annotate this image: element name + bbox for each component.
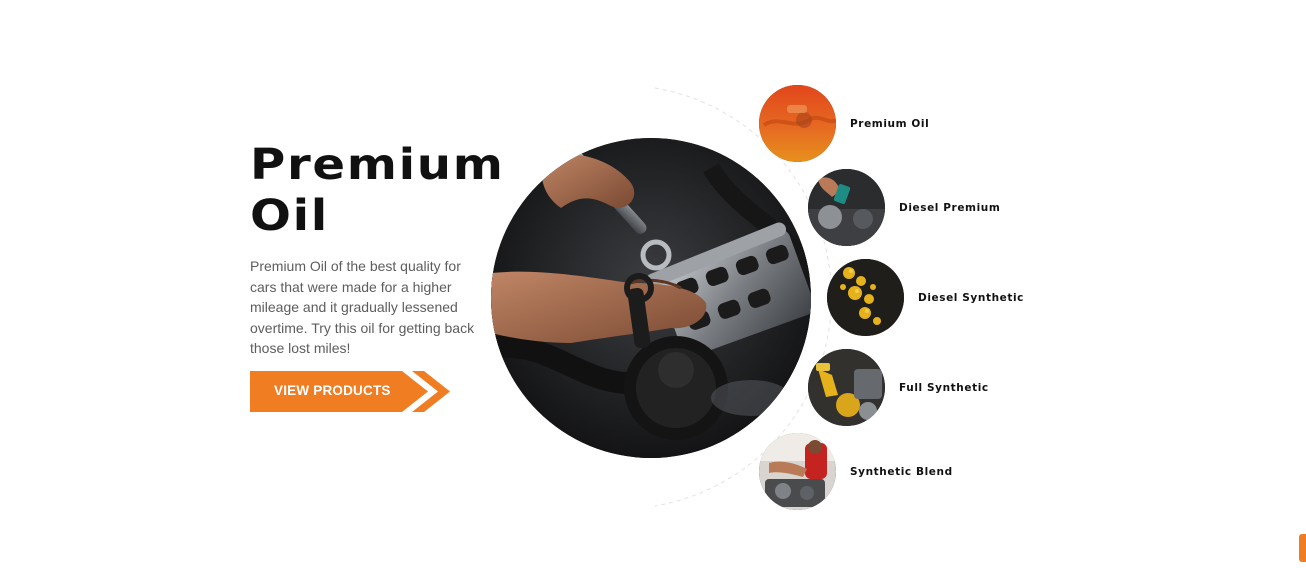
view-products-label: VIEW PRODUCTS	[274, 383, 391, 398]
product-item-synthetic-blend[interactable]: Synthetic Blend	[759, 433, 953, 510]
product-item-full-synthetic[interactable]: Full Synthetic	[808, 349, 989, 426]
premium-oil-image	[759, 85, 836, 162]
full-synthetic-image	[808, 349, 885, 426]
product-label: Diesel Synthetic	[918, 291, 1025, 304]
product-item-diesel-premium[interactable]: Diesel Premium	[808, 169, 1000, 246]
engine-repair-photo	[491, 138, 811, 458]
title-line-2: Oil	[250, 191, 330, 241]
product-label: Diesel Premium	[899, 201, 1001, 214]
product-label: Premium Oil	[850, 117, 930, 130]
view-products-button[interactable]: VIEW PRODUCTS	[250, 371, 450, 412]
diesel-premium-image	[808, 169, 885, 246]
diesel-synthetic-image	[827, 259, 904, 336]
product-item-premium-oil[interactable]: Premium Oil	[759, 85, 929, 162]
product-item-diesel-synthetic[interactable]: Diesel Synthetic	[827, 259, 1024, 336]
hero-section: Premium Oil Premium Oil of the best qual…	[0, 0, 1306, 568]
title-line-1: Premium	[250, 140, 505, 190]
synthetic-blend-image	[759, 433, 836, 510]
scroll-to-top-tab[interactable]	[1299, 534, 1306, 562]
product-label: Synthetic Blend	[850, 465, 953, 478]
hero-description: Premium Oil of the best quality for cars…	[250, 258, 475, 357]
product-label: Full Synthetic	[899, 381, 989, 394]
